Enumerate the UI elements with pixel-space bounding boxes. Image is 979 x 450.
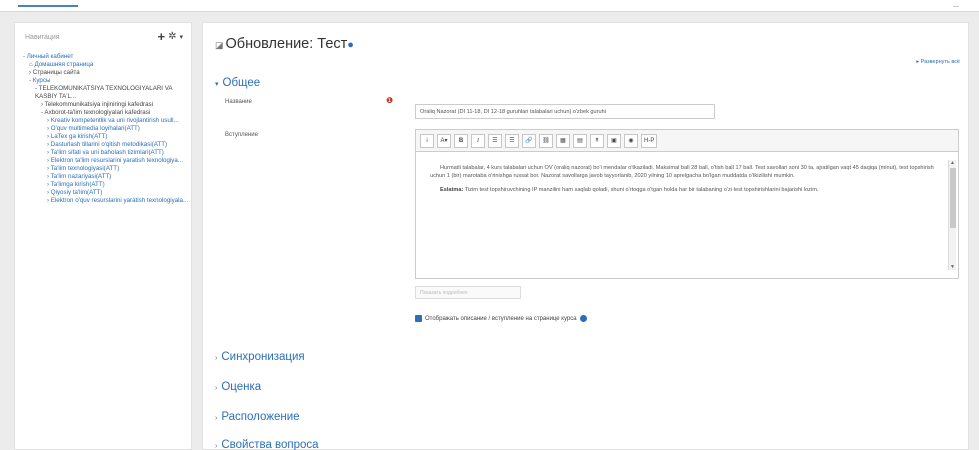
- toolbar-button[interactable]: I: [471, 133, 485, 148]
- editor-paragraph-1: Hurmatli talabalar, 4 kurs talabalari uc…: [430, 165, 934, 179]
- collapsed-section-label: Свойства вопроса: [221, 439, 319, 450]
- chevron-right-icon: ›: [215, 443, 218, 450]
- toolbar-button[interactable]: B: [454, 133, 468, 148]
- chevron-down-icon: ▾: [215, 81, 219, 88]
- sidebar-item[interactable]: › Dasturlash tillarini o'qitish metodika…: [23, 141, 189, 149]
- show-more-label: Показать подробнее: [420, 289, 468, 296]
- navigation-header: Навигация + ✲ ▾: [15, 23, 191, 49]
- editor-paragraph-2-text: Tizim test topshiruvchining IP manzilini…: [464, 187, 819, 193]
- toolbar-button[interactable]: i: [420, 133, 434, 148]
- toolbar-button[interactable]: 🔗: [522, 133, 536, 148]
- editor-paragraph-2: Eslatma: Tizim test topshiruvchining IP …: [430, 186, 934, 194]
- name-input[interactable]: Oraliq Nazorat (DI 11-18, DI 12-18 guruh…: [415, 104, 715, 119]
- collapsed-section[interactable]: › Оценка: [215, 381, 261, 393]
- collapsed-section-label: Синхронизация: [221, 351, 305, 363]
- sidebar-item[interactable]: › Elektron o'quv resurslarini yaratish t…: [23, 197, 189, 205]
- navigation-title: Навигация: [25, 34, 60, 41]
- sidebar-item[interactable]: › Kreativ kompetentlik va uni rivojlanti…: [23, 117, 189, 125]
- toolbar-button[interactable]: H-P: [641, 133, 658, 148]
- quiz-icon: ◪: [215, 40, 224, 50]
- sidebar-item[interactable]: - TELEKOMUNIKATSIYA TEXNOLOGIYALARI VA K…: [23, 85, 189, 101]
- gear-icon[interactable]: ✲: [168, 31, 176, 42]
- sidebar-item[interactable]: › Qiyosiy ta'lim(ATT): [23, 189, 189, 197]
- top-navbar: —: [0, 0, 979, 12]
- editor-toolbar: i A▾ B I ☰ ☰ 🔗 ⛓ ▦ ▤ ↟ ▣ ◉ H-P: [416, 130, 958, 152]
- editor-scrollbar[interactable]: ▲ ▼: [948, 160, 956, 270]
- expand-all-link[interactable]: ▸ Развернуть всё: [916, 59, 960, 65]
- show-description-checkbox[interactable]: [415, 315, 422, 322]
- sidebar-item[interactable]: › Telekommunikatsiya injiniringi kafedra…: [23, 101, 189, 109]
- chevron-down-icon[interactable]: ▾: [179, 33, 183, 41]
- intro-label: Вступление: [225, 132, 258, 138]
- help-icon[interactable]: ●: [347, 39, 354, 51]
- sidebar-item[interactable]: - Axborot-ta'lim texnologiyalari kafedra…: [23, 109, 189, 117]
- toolbar-button[interactable]: ▤: [573, 133, 587, 148]
- navigation-tree: - Личный кабинет ⌂ Домашняя страница › Стр…: [23, 53, 189, 205]
- navigation-block: Навигация + ✲ ▾ - Личный кабинет ⌂ Домашн…: [14, 22, 192, 450]
- sidebar-item[interactable]: ⌂ Домашняя страница: [23, 61, 189, 69]
- section-general-label: Общее: [222, 77, 261, 89]
- collapsed-section[interactable]: › Свойства вопроса: [215, 439, 319, 450]
- scroll-up-icon[interactable]: ▲: [950, 160, 955, 166]
- section-general[interactable]: ▾ Общее: [215, 77, 260, 89]
- chevron-right-icon: ›: [215, 415, 218, 422]
- sidebar-item[interactable]: › Ta'lim sifati va uni baholash tizimlar…: [23, 149, 189, 157]
- scroll-down-icon[interactable]: ▼: [950, 264, 955, 270]
- collapsed-section-label: Оценка: [221, 381, 262, 393]
- add-block-icon[interactable]: +: [158, 29, 166, 44]
- chevron-right-icon: ›: [215, 355, 218, 362]
- main-region: ◪ Обновление: Тест● ▸ Развернуть всё ▾ Общ…: [202, 22, 969, 450]
- scrollbar-thumb[interactable]: [950, 168, 956, 228]
- toolbar-button[interactable]: ↟: [590, 133, 604, 148]
- toolbar-button[interactable]: ☰: [488, 133, 502, 148]
- name-label: Название: [225, 99, 252, 105]
- show-description-checkbox-row: Отображать описание / вступление на стра…: [415, 315, 587, 322]
- intro-editor[interactable]: i A▾ B I ☰ ☰ 🔗 ⛓ ▦ ▤ ↟ ▣ ◉ H-P Hurmatli talabalar, 4 …: [415, 129, 959, 279]
- toolbar-button[interactable]: A▾: [437, 133, 451, 148]
- collapsed-section-label: Расположение: [221, 411, 300, 423]
- toolbar-button[interactable]: ◉: [624, 133, 638, 148]
- page-title: ◪ Обновление: Тест●: [215, 36, 354, 52]
- sidebar-item-label: Домашняя страница: [34, 61, 94, 68]
- show-description-label: Отображать описание / вступление на стра…: [425, 315, 577, 322]
- collapsed-section[interactable]: › Синхронизация: [215, 351, 305, 363]
- sidebar-item[interactable]: › O'quv multimedia loyihalari(ATT): [23, 125, 189, 133]
- toolbar-button[interactable]: ▣: [607, 133, 621, 148]
- sidebar-item[interactable]: › Ta'limga kirish(ATT): [23, 181, 189, 189]
- help-icon[interactable]: [579, 315, 587, 322]
- toolbar-button[interactable]: ☰: [505, 133, 519, 148]
- toolbar-button[interactable]: ▦: [556, 133, 570, 148]
- brand-underline: [18, 5, 78, 7]
- required-icon: ❶: [386, 96, 394, 105]
- sidebar-item[interactable]: › LaTex ga kirish(ATT): [23, 133, 189, 141]
- block-actions: + ✲ ▾: [158, 29, 184, 44]
- sidebar-item[interactable]: › Ta'lim nazariyasi(ATT): [23, 173, 189, 181]
- expand-all-label: Развернуть всё: [920, 59, 960, 65]
- sidebar-item[interactable]: - Личный кабинет: [23, 53, 189, 61]
- show-more-button[interactable]: Показать подробнее: [415, 286, 521, 299]
- sidebar-item[interactable]: › Страницы сайта: [23, 69, 189, 77]
- collapsed-section[interactable]: › Расположение: [215, 411, 300, 423]
- toolbar-button[interactable]: ⛓: [539, 133, 553, 148]
- user-menu-icon[interactable]: —: [953, 4, 959, 10]
- sidebar-item[interactable]: › Elektron ta'lim resurslarini yaratish …: [23, 157, 189, 165]
- sidebar-item[interactable]: - Курсы: [23, 77, 189, 85]
- editor-content[interactable]: Hurmatli talabalar, 4 kurs talabalari uc…: [420, 156, 944, 274]
- page-title-text: Обновление: Тест: [225, 36, 348, 52]
- sidebar-item[interactable]: › Ta'lim texnologiyasi(ATT): [23, 165, 189, 173]
- chevron-right-icon: ›: [215, 385, 218, 392]
- editor-bold-word: Eslatma:: [440, 187, 464, 193]
